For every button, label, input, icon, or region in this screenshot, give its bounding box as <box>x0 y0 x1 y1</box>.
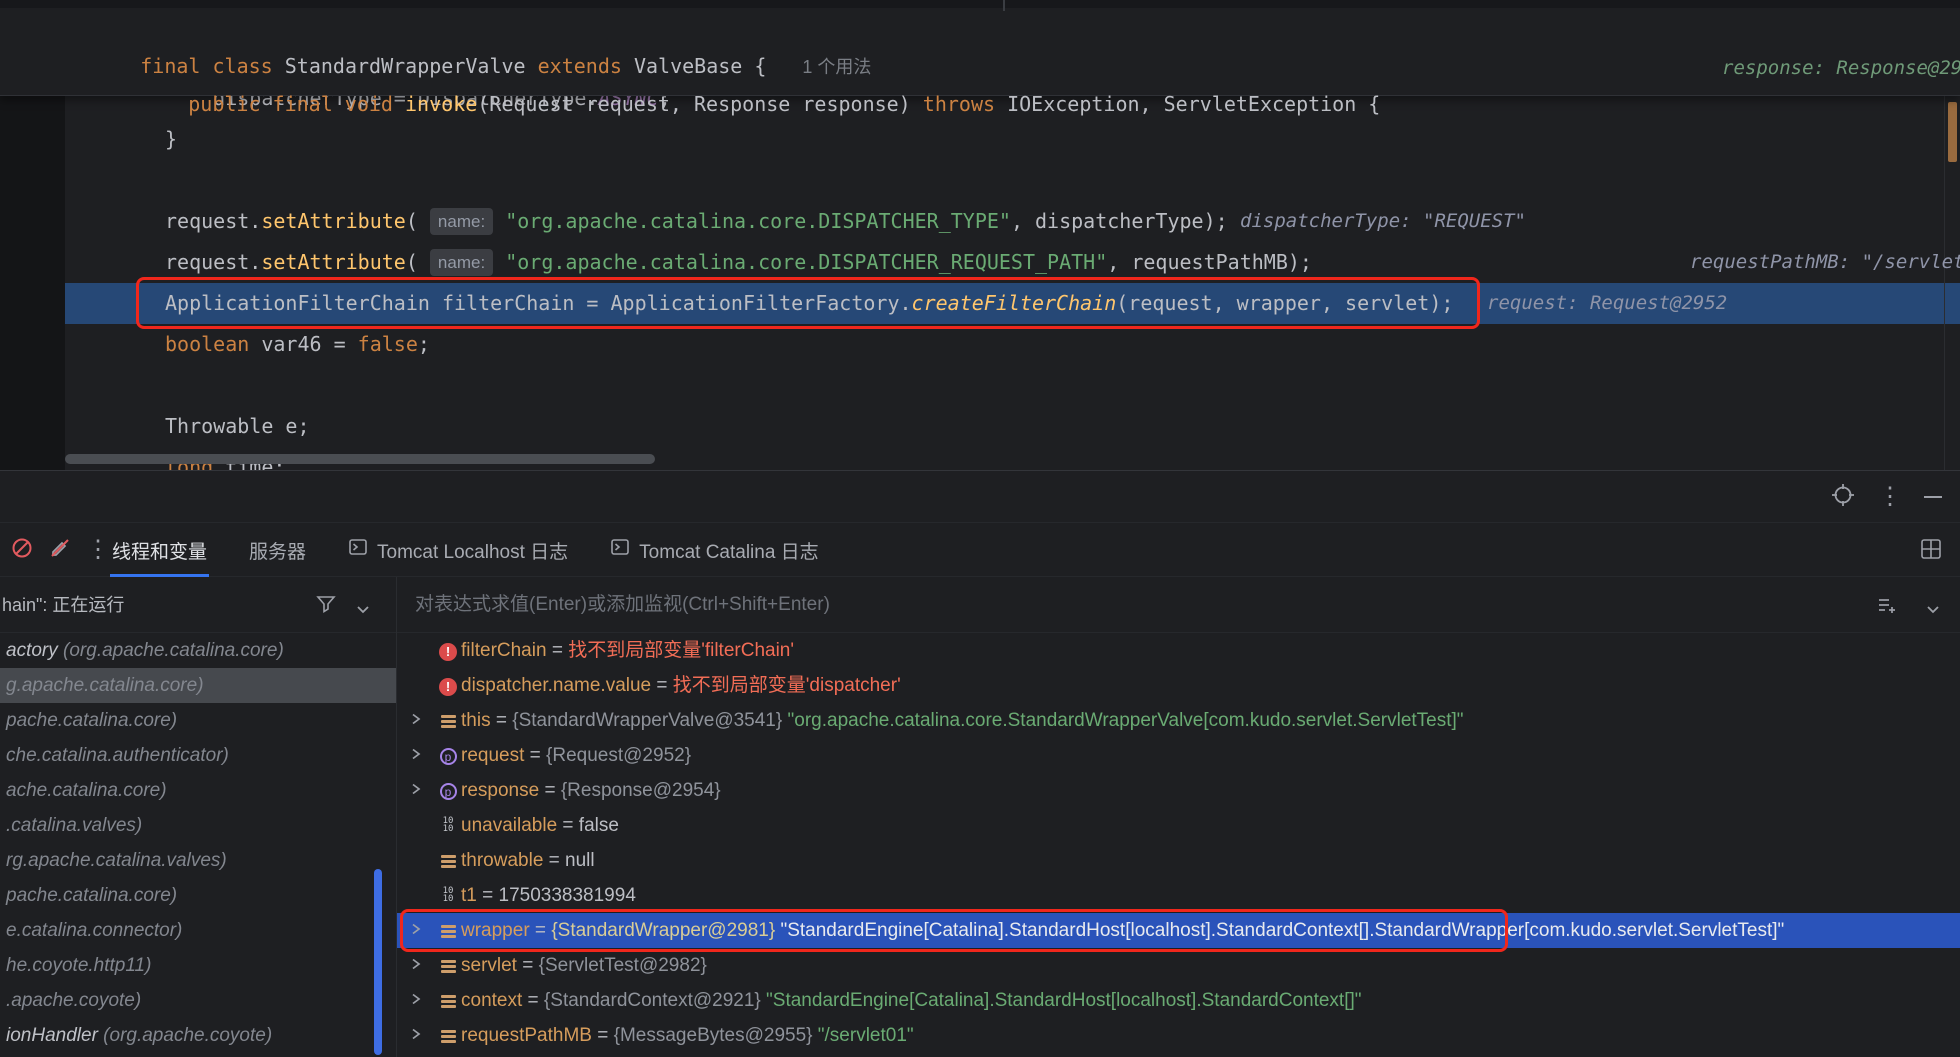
target-icon[interactable] <box>1830 482 1856 513</box>
frames-list: actory (org.apache.catalina.core) g.apach… <box>0 633 396 1057</box>
field-icon <box>435 843 461 878</box>
more-options-icon[interactable]: ⋮ <box>86 538 110 562</box>
chevron-down-icon[interactable] <box>356 601 370 619</box>
thread-status[interactable]: hain": 正在运行 <box>2 577 124 633</box>
chevron-right-icon[interactable] <box>411 703 435 738</box>
chevron-right-icon[interactable] <box>411 1018 435 1053</box>
console-icon <box>348 537 368 563</box>
tab-server[interactable]: 服务器 <box>247 523 308 577</box>
variable-row[interactable]: ! filterChain = 找不到局部变量'filterChain' <box>397 633 1960 668</box>
tab-threads-variables[interactable]: 线程和变量 <box>110 523 209 577</box>
variables-tree: ! filterChain = 找不到局部变量'filterChain'! disp… <box>397 633 1960 1057</box>
horizontal-scrollbar-thumb[interactable] <box>65 454 655 464</box>
frame-row[interactable]: che.catalina.authenticator) <box>0 738 396 773</box>
filter-icon[interactable] <box>316 595 336 618</box>
layout-settings-icon[interactable] <box>1920 538 1942 565</box>
tab-tomcat-catalina-log[interactable]: Tomcat Catalina 日志 <box>608 523 821 577</box>
variable-row[interactable]: 10 10 unavailable = false <box>397 808 1960 843</box>
error-icon: ! <box>435 633 461 668</box>
chevron-right-icon[interactable] <box>411 773 435 808</box>
debug-tool-window: ⋮ ⋮ 线程和变量 服务器 Tomcat Localhost 日志 Tomcat… <box>0 470 1960 1057</box>
frame-row[interactable]: .catalina.valves) <box>0 808 396 843</box>
frame-row[interactable]: e.catalina.connector) <box>0 913 396 948</box>
frame-row[interactable]: ionHandler (org.apache.coyote) <box>0 1018 396 1053</box>
editor-gutter <box>0 96 65 470</box>
prim-icon: 10 10 <box>442 816 454 835</box>
chevron-right-icon[interactable] <box>411 983 435 1018</box>
error-icon: ! <box>435 668 461 703</box>
editor-scrollbar-marker[interactable] <box>1948 102 1957 162</box>
edit-disabled-icon[interactable] <box>48 536 72 565</box>
chevron-right-icon[interactable] <box>411 913 435 948</box>
field-icon <box>435 1018 461 1053</box>
code-line: Throwable e; <box>165 414 310 438</box>
prim-icon: 10 10 <box>442 886 454 905</box>
tool-window-header: ⋮ <box>0 471 1960 523</box>
window-top-strip <box>0 0 1960 8</box>
debugger-inline-hint: response: Response@2954 <box>1722 57 1960 79</box>
debug-tabs-bar: ⋮ 线程和变量 服务器 Tomcat Localhost 日志 Tomcat C… <box>0 523 1960 577</box>
variable-row[interactable]: throwable = null <box>397 843 1960 878</box>
context-line-method: public final void invoke(Request request… <box>188 92 1381 116</box>
frame-row[interactable]: ache.catalina.core) <box>0 773 396 808</box>
thread-selector-bar: hain": 正在运行 <box>0 577 396 633</box>
editor-sticky-context: final class StandardWrapperValve extends… <box>0 0 1960 116</box>
add-watch-icon[interactable] <box>1876 595 1898 620</box>
frames-scrollbar-thumb[interactable] <box>374 869 382 1055</box>
field-icon <box>435 948 461 983</box>
variable-row[interactable]: wrapper = {StandardWrapper@2981} "Standa… <box>397 913 1960 948</box>
variable-row[interactable]: p request = {Request@2952} <box>397 738 1960 773</box>
more-options-icon[interactable]: ⋮ <box>1878 485 1902 509</box>
code-editor: dispatcherType = DispatcherType.ASYNC; }… <box>0 0 1960 470</box>
frame-row[interactable]: pache.catalina.core) <box>0 878 396 913</box>
code-line: request.setAttribute( name: "org.apache.… <box>165 208 1228 235</box>
variable-row[interactable]: servlet = {ServletTest@2982} <box>397 948 1960 983</box>
chevron-right-icon[interactable] <box>411 738 435 773</box>
frame-row[interactable]: rg.apache.catalina.valves) <box>0 843 396 878</box>
debugger-inline-hint: requestPathMB: "/servlet01" <box>1690 251 1960 273</box>
variable-row[interactable]: ! dispatcher.name.value = 找不到局部变量'dispatc… <box>397 668 1960 703</box>
variable-row[interactable]: 10 10 t1 = 1750338381994 <box>397 878 1960 913</box>
hide-icon[interactable] <box>1924 496 1942 498</box>
frame-row[interactable]: he.coyote.http11) <box>0 948 396 983</box>
editor-scrollbar-track <box>1944 96 1945 470</box>
param-icon: p <box>435 773 461 808</box>
variable-row[interactable]: p response = {Response@2954} <box>397 773 1960 808</box>
frame-row[interactable]: pache.catalina.core) <box>0 703 396 738</box>
window-divider-tick <box>1003 0 1005 11</box>
frame-row[interactable]: actory (org.apache.catalina.core) <box>0 633 396 668</box>
chevron-down-icon[interactable] <box>1926 601 1940 619</box>
field-icon <box>435 983 461 1018</box>
mute-breakpoints-icon[interactable] <box>10 536 34 565</box>
variable-row[interactable]: this = {StandardWrapperValve@3541} "org.… <box>397 703 1960 738</box>
debugger-inline-hint: request: Request@2952 <box>1487 292 1728 314</box>
code-line: request.setAttribute( name: "org.apache.… <box>165 249 1312 276</box>
evaluate-input[interactable]: 对表达式求值(Enter)或添加监视(Ctrl+Shift+Enter) <box>415 577 830 633</box>
code-line: boolean var46 = false; <box>165 332 430 356</box>
param-icon: p <box>435 738 461 773</box>
code-line-execution: ApplicationFilterChain filterChain = App… <box>165 291 1454 315</box>
variable-row[interactable]: context = {StandardContext@2921} "Standa… <box>397 983 1960 1018</box>
chevron-right-icon[interactable] <box>411 948 435 983</box>
frame-row[interactable]: .apache.coyote) <box>0 983 396 1018</box>
tab-tomcat-localhost-log[interactable]: Tomcat Localhost 日志 <box>346 523 570 577</box>
field-icon <box>435 703 461 738</box>
field-icon <box>435 913 461 948</box>
frame-row[interactable]: g.apache.catalina.core) <box>0 668 396 703</box>
debugger-inline-hint: dispatcherType: "REQUEST" <box>1240 210 1526 232</box>
context-line-class: final class StandardWrapperValve extends… <box>140 54 872 78</box>
code-line: } <box>165 127 178 151</box>
variable-row[interactable]: requestPathMB = {MessageBytes@2955} "/se… <box>397 1018 1960 1053</box>
console-icon <box>610 537 630 563</box>
evaluate-expression-bar: 对表达式求值(Enter)或添加监视(Ctrl+Shift+Enter) <box>397 577 1960 633</box>
